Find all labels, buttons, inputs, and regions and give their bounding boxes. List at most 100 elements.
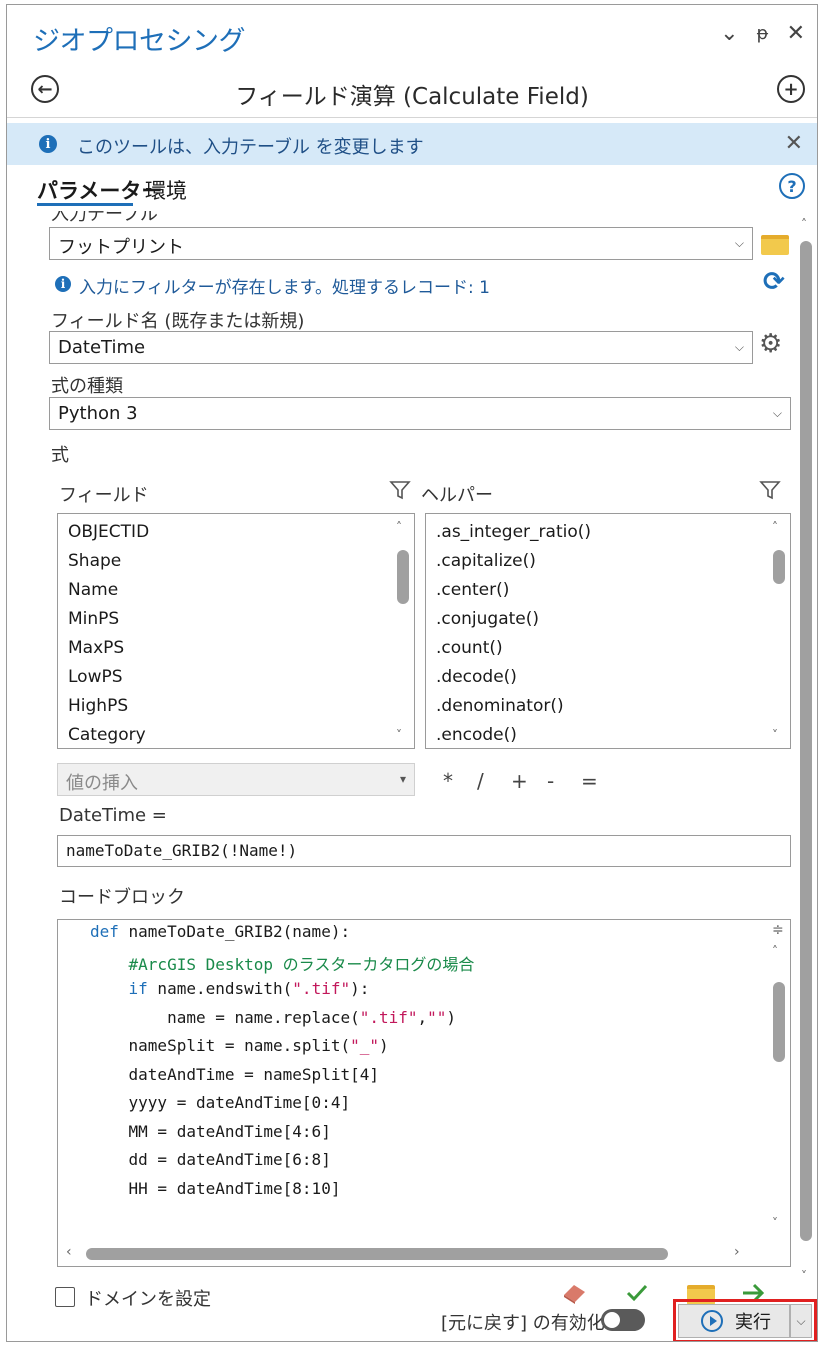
- close-icon[interactable]: ✕: [787, 23, 805, 45]
- code-line: yyyy = dateAndTime[0:4]: [90, 1093, 351, 1112]
- folder-open-icon[interactable]: [761, 235, 789, 255]
- list-item[interactable]: .conjugate(): [436, 609, 539, 629]
- scroll-thumb[interactable]: [397, 550, 409, 604]
- list-item[interactable]: .capitalize(): [436, 551, 536, 571]
- code-line: dd = dateAndTime[6:8]: [90, 1150, 331, 1169]
- info-icon: i: [55, 276, 71, 292]
- filter-icon[interactable]: [759, 479, 781, 501]
- code-token: ".tif": [359, 1007, 418, 1027]
- input-table-label: 入力テーブル: [51, 211, 158, 225]
- list-item[interactable]: MinPS: [68, 609, 119, 629]
- scroll-thumb[interactable]: [86, 1248, 668, 1260]
- code-token: HH = dateAndTime[8:10]: [90, 1178, 341, 1198]
- helpers-scrollbar[interactable]: ˄ ˅: [768, 514, 790, 748]
- header-divider: [7, 117, 817, 118]
- insert-value-combo[interactable]: 値の挿入 ▾: [57, 763, 415, 796]
- tab-environments[interactable]: 環境: [145, 175, 187, 205]
- refresh-icon[interactable]: ⟳: [763, 267, 785, 297]
- list-item[interactable]: Shape: [68, 551, 121, 571]
- pane-title: ジオプロセシング: [33, 26, 246, 57]
- list-item[interactable]: .decode(): [436, 667, 517, 687]
- chevron-down-icon[interactable]: ˅: [772, 1216, 778, 1230]
- code-line: name = name.replace(".tif",""): [90, 1008, 456, 1027]
- run-label: 実行: [735, 1312, 771, 1333]
- chevron-down-icon[interactable]: ˅: [772, 728, 778, 742]
- info-bar: i このツールは、入力テーブル を変更します ✕: [7, 123, 817, 165]
- list-item[interactable]: LowPS: [68, 667, 123, 687]
- run-button[interactable]: 実行: [678, 1304, 790, 1338]
- code-token: ): [446, 1007, 457, 1027]
- set-domain-checkbox[interactable]: [55, 1287, 75, 1307]
- list-item[interactable]: Category: [68, 725, 146, 745]
- code-line: if name.endswith(".tif"):: [90, 979, 370, 998]
- operator-subtract[interactable]: -: [547, 769, 554, 793]
- list-item[interactable]: Name: [68, 580, 118, 600]
- tab-parameters[interactable]: パラメーター: [37, 175, 162, 205]
- scroll-thumb[interactable]: [800, 241, 812, 1241]
- code-token: dd = dateAndTime[6:8]: [90, 1150, 331, 1169]
- code-token: nameToDate_GRIB2(name):: [128, 922, 351, 941]
- gear-icon[interactable]: ⚙: [759, 329, 782, 359]
- tool-title: フィールド演算 (Calculate Field): [235, 84, 589, 110]
- active-tab-indicator: [37, 203, 133, 206]
- enable-undo-label: [元に戻す] の有効化: [441, 1313, 605, 1334]
- code-block-editor[interactable]: def nameToDate_GRIB2(name): #ArcGIS Desk…: [57, 919, 791, 1267]
- chevron-down-icon[interactable]: ˅: [396, 728, 402, 742]
- help-icon[interactable]: ?: [779, 173, 805, 199]
- operator-add[interactable]: +: [511, 769, 528, 793]
- helpers-list[interactable]: .as_integer_ratio() .capitalize() .cente…: [425, 513, 791, 749]
- field-name-combo[interactable]: DateTime ⌵: [49, 331, 753, 364]
- code-token: ): [379, 1036, 389, 1055]
- list-item[interactable]: .as_integer_ratio(): [436, 522, 591, 542]
- fields-scrollbar[interactable]: ˄ ˅: [392, 514, 414, 748]
- chevron-up-icon[interactable]: ˄: [801, 217, 807, 231]
- eraser-icon[interactable]: [561, 1281, 589, 1305]
- operator-multiply[interactable]: *: [443, 769, 453, 793]
- code-token: name.endswith(: [147, 979, 293, 998]
- code-vscrollbar[interactable]: ≑ ˄ ˅: [768, 920, 790, 1266]
- expression-type-combo[interactable]: Python 3 ⌵: [49, 397, 791, 430]
- expression-input[interactable]: nameToDate_GRIB2(!Name!): [57, 835, 791, 867]
- scroll-thumb[interactable]: [773, 550, 785, 584]
- chevron-right-icon[interactable]: ›: [734, 1244, 740, 1260]
- list-item[interactable]: OBJECTID: [68, 522, 149, 542]
- scroll-thumb[interactable]: [773, 982, 785, 1062]
- list-item[interactable]: .center(): [436, 580, 509, 600]
- code-token: ".tif": [292, 979, 351, 998]
- check-icon[interactable]: [625, 1281, 649, 1305]
- input-table-value: フットプリント: [58, 237, 184, 258]
- code-line: nameSplit = name.split("_"): [90, 1036, 389, 1055]
- operator-divide[interactable]: /: [477, 769, 484, 793]
- operator-equals[interactable]: =: [581, 769, 598, 793]
- add-icon[interactable]: +: [777, 75, 805, 103]
- chevron-down-icon[interactable]: ⌄: [720, 23, 738, 45]
- list-item[interactable]: HighPS: [68, 696, 128, 716]
- expression-target-label: DateTime =: [59, 805, 167, 826]
- code-token: "_": [350, 1036, 379, 1055]
- chevron-down-icon[interactable]: ˅: [801, 1269, 807, 1283]
- close-icon[interactable]: ✕: [785, 131, 803, 156]
- list-item[interactable]: MaxPS: [68, 638, 124, 658]
- chevron-up-icon[interactable]: ˄: [772, 520, 778, 534]
- code-hscrollbar[interactable]: ‹ ›: [58, 1242, 770, 1266]
- input-table-combo[interactable]: フットプリント ⌵: [49, 227, 753, 260]
- chevron-left-icon[interactable]: ‹: [66, 1244, 72, 1260]
- set-domain-label: ドメインを設定: [85, 1289, 211, 1310]
- list-item[interactable]: .denominator(): [436, 696, 564, 716]
- list-item[interactable]: .encode(): [436, 725, 517, 745]
- code-token: #ArcGIS Desktop のラスターカタログの場合: [90, 954, 475, 974]
- pane-scrollbar[interactable]: ˄ ˅: [795, 211, 817, 1287]
- pin-icon[interactable]: ᵽ: [757, 23, 769, 45]
- enable-undo-toggle[interactable]: [601, 1309, 645, 1331]
- fields-list[interactable]: OBJECTID Shape Name MinPS MaxPS LowPS Hi…: [57, 513, 415, 749]
- chevron-up-icon[interactable]: ˄: [772, 944, 778, 958]
- chevron-up-icon[interactable]: ˄: [396, 520, 402, 534]
- filter-icon[interactable]: [389, 479, 411, 501]
- run-options-dropdown[interactable]: ⌵: [790, 1304, 812, 1338]
- helpers-header: ヘルパー: [421, 485, 493, 506]
- list-item[interactable]: .count(): [436, 638, 503, 658]
- chevron-down-icon: ⌵: [734, 236, 744, 250]
- pane-window-controls: ⌄ ᵽ ✕: [720, 23, 805, 45]
- split-icon[interactable]: ≑: [772, 922, 784, 938]
